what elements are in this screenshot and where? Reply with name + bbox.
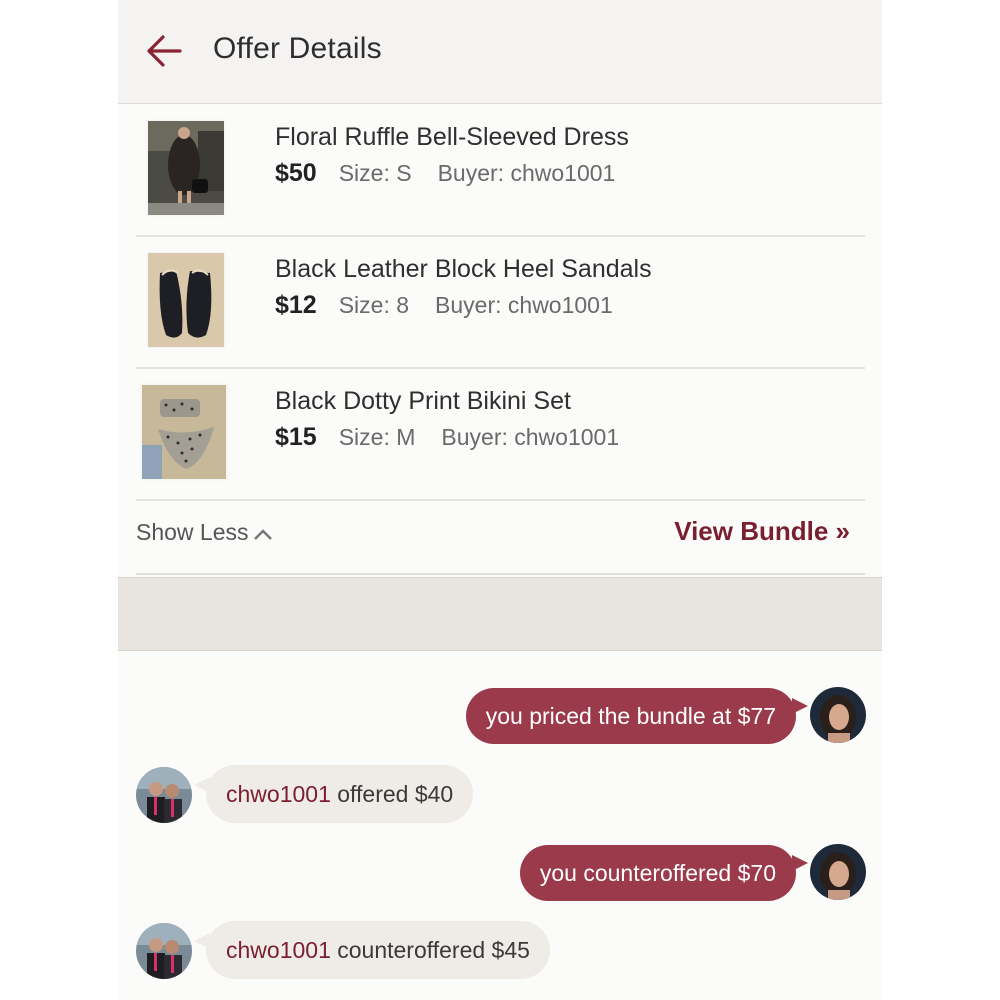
header-bar: Offer Details — [118, 0, 882, 104]
item-buyer: Buyer: chwo1001 — [441, 424, 620, 450]
buyer-username-link[interactable]: chwo1001 — [226, 937, 331, 963]
item-buyer: Buyer: chwo1001 — [435, 292, 613, 318]
item-name[interactable]: Floral Ruffle Bell-Sleeved Dress — [275, 123, 629, 152]
item-name[interactable]: Black Dotty Print Bikini Set — [275, 387, 571, 416]
item-meta: $12 Size: 8 Buyer: chwo1001 — [275, 291, 613, 320]
bundle-item-sandals[interactable]: Black Leather Block Heel Sandals $12 Size… — [136, 235, 865, 369]
page-title: Offer Details — [213, 32, 382, 65]
message-text: counteroffered $45 — [330, 937, 530, 963]
my-avatar[interactable] — [810, 844, 866, 900]
bundle-item-dress[interactable]: Floral Ruffle Bell-Sleeved Dress $50 Size… — [136, 103, 865, 237]
divider — [136, 573, 865, 575]
buyer-avatar[interactable] — [136, 923, 192, 979]
section-divider — [118, 577, 882, 651]
chevron-up-icon — [253, 529, 272, 540]
bikini-photo[interactable] — [142, 385, 226, 479]
buyer-username-link[interactable]: chwo1001 — [226, 781, 331, 807]
back-arrow-icon[interactable] — [145, 34, 183, 68]
my-avatar[interactable] — [810, 687, 866, 743]
item-price: $15 — [275, 423, 317, 451]
item-size: Size: 8 — [338, 292, 410, 318]
item-size: Size: S — [338, 160, 412, 186]
sandals-photo[interactable] — [148, 253, 224, 347]
bundle-item-bikini[interactable]: Black Dotty Print Bikini Set $15 Size: M B… — [136, 367, 865, 501]
my-message-bubble: you counteroffered $70 — [519, 845, 809, 901]
offer-details-screen: Offer Details Floral Ruffle Bell-Sleeved… — [118, 0, 882, 1000]
item-meta: $50 Size: S Buyer: chwo1001 — [275, 159, 615, 188]
show-less-label: Show Less — [136, 519, 249, 545]
item-buyer: Buyer: chwo1001 — [437, 160, 616, 186]
item-size: Size: M — [338, 424, 416, 450]
show-less-toggle[interactable]: Show Less — [136, 519, 274, 546]
view-bundle-link[interactable]: View Bundle » — [674, 516, 850, 547]
item-price: $50 — [275, 159, 317, 187]
buyer-avatar[interactable] — [136, 767, 192, 823]
item-name[interactable]: Black Leather Block Heel Sandals — [275, 255, 652, 284]
buyer-message-bubble: chwo1001 offered $40 — [193, 765, 474, 823]
item-meta: $15 Size: M Buyer: chwo1001 — [275, 423, 619, 452]
buyer-message-bubble: chwo1001 counteroffered $45 — [194, 921, 550, 979]
message-text: offered $40 — [330, 781, 454, 807]
my-message-bubble: you priced the bundle at $77 — [465, 688, 809, 744]
dress-photo[interactable] — [148, 121, 224, 215]
item-price: $12 — [275, 291, 317, 319]
